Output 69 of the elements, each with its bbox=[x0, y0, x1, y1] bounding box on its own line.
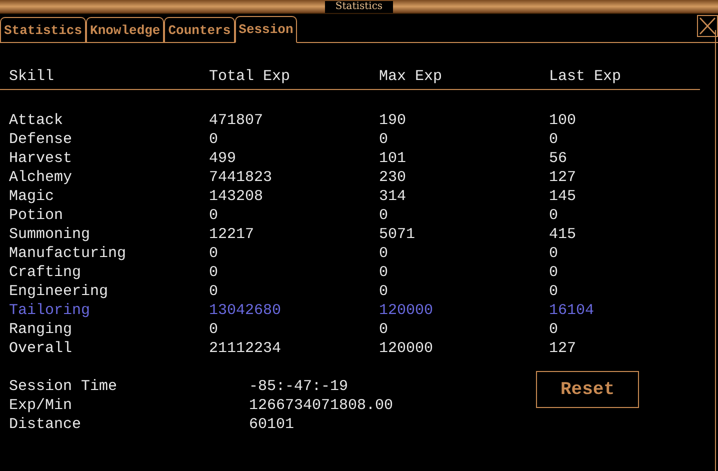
stat-label: Session Time bbox=[9, 377, 118, 396]
table-cell-text: 0 bbox=[549, 320, 560, 339]
table-cell-text: 0 bbox=[379, 263, 390, 282]
table-cell-text: 16104 bbox=[549, 301, 596, 320]
table-cell-text: Defense bbox=[9, 130, 74, 149]
table-cell-text: 56 bbox=[549, 149, 568, 168]
table-cell-text: 145 bbox=[549, 187, 578, 206]
table-cell-text: 0 bbox=[209, 320, 220, 339]
table-cell-text: 143208 bbox=[209, 187, 264, 206]
tab[interactable]: Counters bbox=[164, 17, 235, 42]
table-cell-text: Harvest bbox=[9, 149, 74, 168]
table-cell-text: 0 bbox=[379, 206, 390, 225]
table-cell-text: 471807 bbox=[209, 111, 264, 130]
table-cell-text: 0 bbox=[209, 263, 220, 282]
stat-value: -85:-47:-19 bbox=[249, 377, 350, 396]
table-cell-text: 230 bbox=[379, 168, 408, 187]
table-cell-text: 0 bbox=[379, 320, 390, 339]
window-title: Statistics bbox=[325, 0, 393, 12]
table-cell-text: 0 bbox=[549, 130, 560, 149]
table-cell-text: 0 bbox=[379, 282, 390, 301]
column-header: Total Exp bbox=[209, 67, 292, 86]
table-cell-text: Attack bbox=[9, 111, 64, 130]
table-cell-text: Alchemy bbox=[9, 168, 74, 187]
stat-value: 60101 bbox=[249, 415, 296, 434]
table-cell-text: Potion bbox=[9, 206, 64, 225]
table-cell-text: 0 bbox=[209, 206, 220, 225]
table-cell-text: 415 bbox=[549, 225, 578, 244]
table-cell-text: Manufacturing bbox=[9, 244, 128, 263]
table-cell-text: 0 bbox=[549, 244, 560, 263]
tab[interactable]: Session bbox=[234, 16, 298, 43]
table-cell-text: 190 bbox=[379, 111, 408, 130]
table-cell-text: 0 bbox=[209, 130, 220, 149]
close-button[interactable] bbox=[697, 15, 718, 37]
table-cell-text: 120000 bbox=[379, 301, 434, 320]
table-cell-text: 0 bbox=[379, 244, 390, 263]
table-cell-text: 5071 bbox=[379, 225, 416, 244]
stat-label: Exp/Min bbox=[9, 396, 74, 415]
column-header: Max Exp bbox=[379, 67, 444, 86]
table-cell-text: 0 bbox=[549, 206, 560, 225]
table-cell-text: 0 bbox=[549, 282, 560, 301]
table-cell-text: Ranging bbox=[9, 320, 74, 339]
table-cell-text: Engineering bbox=[9, 282, 110, 301]
table-cell-text: 314 bbox=[379, 187, 408, 206]
table-cell-text: Tailoring bbox=[9, 301, 92, 320]
column-header: Skill bbox=[9, 67, 56, 86]
table-cell-text: 100 bbox=[549, 111, 578, 130]
table-cell-text: 120000 bbox=[379, 339, 434, 358]
tab[interactable]: Statistics bbox=[0, 17, 86, 42]
table-cell-text: 0 bbox=[549, 263, 560, 282]
table-cell-text: 0 bbox=[209, 244, 220, 263]
stat-value: 1266734071808.00 bbox=[249, 396, 394, 415]
table-cell-text: 127 bbox=[549, 339, 578, 358]
table-cell-text: 13042680 bbox=[209, 301, 282, 320]
table-cell-text: 127 bbox=[549, 168, 578, 187]
table-cell-text: 0 bbox=[209, 282, 220, 301]
table-cell-text: Overall bbox=[9, 339, 74, 358]
column-header: Last Exp bbox=[549, 67, 622, 86]
table-cell-text: 12217 bbox=[209, 225, 256, 244]
table-cell-text: Crafting bbox=[9, 263, 82, 282]
table-cell-text: 7441823 bbox=[209, 168, 274, 187]
table-cell-text: Magic bbox=[9, 187, 56, 206]
reset-button[interactable]: Reset bbox=[536, 371, 639, 408]
table-cell-text: Summoning bbox=[9, 225, 92, 244]
table-cell-text: 21112234 bbox=[209, 339, 282, 358]
stat-label: Distance bbox=[9, 415, 82, 434]
table-cell-text: 101 bbox=[379, 149, 408, 168]
tab[interactable]: Knowledge bbox=[86, 17, 164, 42]
table-cell-text: 499 bbox=[209, 149, 238, 168]
table-cell-text: 0 bbox=[379, 130, 390, 149]
